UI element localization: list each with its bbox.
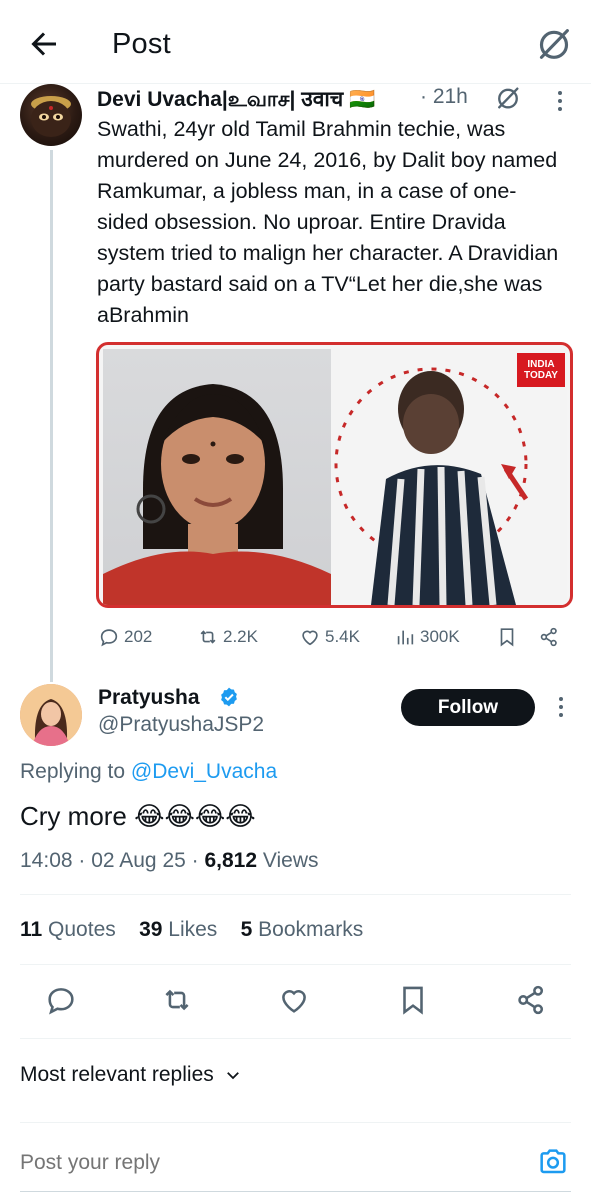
top-bar — [0, 0, 591, 84]
grok-icon[interactable] — [494, 84, 522, 112]
thread-line — [50, 150, 53, 682]
engagement-stats: 11 Quotes 39 Likes 5 Bookmarks — [20, 918, 363, 942]
reply-count: 202 — [124, 627, 153, 646]
post-time: · 21h — [420, 85, 468, 108]
like-count: 5.4K — [325, 627, 360, 646]
post-media[interactable]: INDIA TODAY — [96, 342, 573, 608]
camera-icon[interactable] — [537, 1146, 569, 1178]
mention-link[interactable]: @Devi_Uvacha — [131, 760, 277, 783]
grok-icon[interactable] — [534, 24, 574, 64]
views-count[interactable]: 6,812 — [204, 849, 257, 872]
reply-input[interactable] — [20, 1151, 500, 1175]
quotes-stat[interactable]: 11 Quotes — [20, 918, 116, 941]
reply-icon — [100, 629, 118, 647]
reply-icon[interactable] — [44, 983, 78, 1017]
reply-action[interactable]: 202 — [98, 624, 152, 650]
replying-to: Replying to @Devi_Uvacha — [20, 760, 277, 784]
author-handle[interactable]: @PratyushaJSP2 — [98, 713, 264, 737]
share-icon[interactable] — [538, 625, 560, 649]
views-icon — [397, 630, 414, 645]
bookmarks-stat[interactable]: 5 Bookmarks — [241, 918, 364, 941]
repost-action[interactable]: 2.2K — [197, 624, 258, 650]
verified-badge-icon — [221, 687, 237, 707]
follow-button[interactable]: Follow — [401, 689, 535, 726]
more-icon[interactable] — [551, 694, 571, 720]
repost-icon — [200, 630, 216, 644]
repost-icon[interactable] — [160, 983, 194, 1017]
divider — [20, 964, 571, 965]
composer-underline — [20, 1191, 571, 1192]
bookmark-icon[interactable] — [496, 625, 518, 649]
post-text: Swathi, 24yr old Tamil Brahmin techie, w… — [97, 117, 559, 327]
views-label: Views — [257, 849, 319, 872]
author-name[interactable]: Pratyusha — [98, 686, 200, 710]
photo-woman — [103, 349, 331, 605]
repost-count: 2.2K — [223, 627, 258, 646]
replying-to-label: Replying to — [20, 760, 131, 783]
heart-icon[interactable] — [277, 983, 311, 1017]
share-icon[interactable] — [514, 983, 548, 1017]
post-timestamp: 14:08 · 02 Aug 25 · 6,812 Views — [20, 849, 319, 873]
likes-stat[interactable]: 39 Likes — [139, 918, 217, 941]
page-title: Post — [112, 28, 171, 60]
post-text: Cry more 😂😂😂😂 — [20, 801, 256, 831]
avatar-image — [20, 684, 82, 746]
avatar[interactable] — [20, 684, 82, 746]
bookmark-icon[interactable] — [396, 983, 430, 1017]
avatar[interactable] — [20, 84, 82, 146]
sort-replies-dropdown[interactable]: Most relevant replies — [20, 1063, 242, 1087]
chevron-down-icon — [226, 1072, 239, 1080]
heart-icon — [302, 630, 318, 646]
photo-man — [331, 349, 567, 605]
divider — [20, 1122, 571, 1123]
views-count: 300K — [420, 627, 460, 646]
views-action[interactable]: 300K — [394, 624, 460, 650]
arrow-left-icon[interactable] — [26, 26, 62, 62]
sort-label: Most relevant replies — [20, 1063, 214, 1086]
more-icon[interactable] — [550, 88, 570, 114]
avatar-image — [31, 96, 71, 137]
like-action[interactable]: 5.4K — [299, 624, 360, 650]
divider — [20, 894, 571, 895]
post-datetime: 14:08 · 02 Aug 25 · — [20, 849, 205, 872]
author-name[interactable]: Devi Uvacha|உவாச| उवाच 🇮🇳 — [97, 85, 375, 114]
divider — [20, 1038, 571, 1039]
watermark-logo: INDIA TODAY — [517, 353, 565, 387]
